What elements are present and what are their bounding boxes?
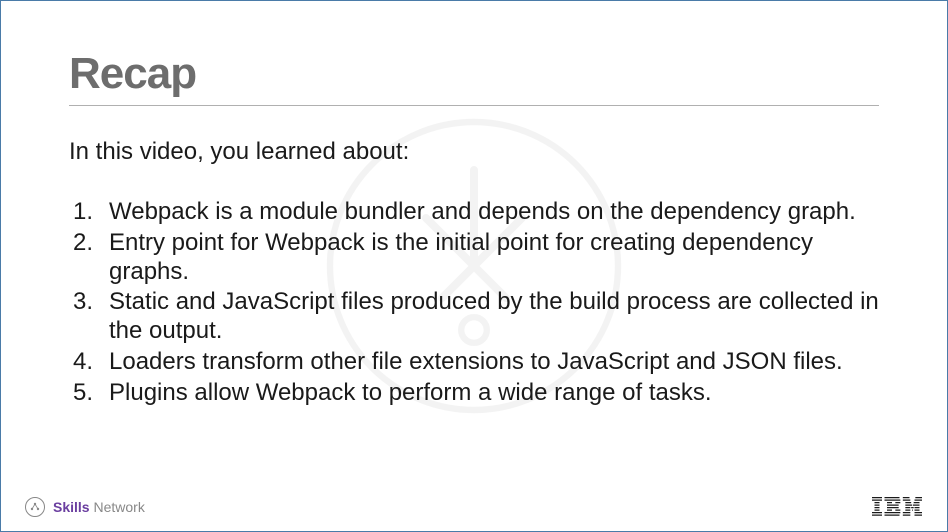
list-item: Webpack is a module bundler and depends … — [109, 198, 879, 227]
slide-title: Recap — [69, 49, 879, 106]
list-item: Static and JavaScript files produced by … — [109, 288, 879, 346]
network-icon — [25, 497, 45, 517]
list-item: Loaders transform other file extensions … — [109, 348, 879, 377]
intro-text: In this video, you learned about: — [69, 138, 879, 166]
footer-brand: Skills Network — [53, 499, 145, 515]
footer-left: Skills Network — [25, 497, 145, 517]
slide-footer: Skills Network — [1, 497, 947, 517]
brand-bold: Skills — [53, 499, 90, 515]
recap-list: Webpack is a module bundler and depends … — [69, 198, 879, 408]
list-item: Plugins allow Webpack to perform a wide … — [109, 379, 879, 408]
ibm-logo — [871, 497, 923, 517]
slide-content: Recap In this video, you learned about: … — [1, 1, 947, 408]
list-item: Entry point for Webpack is the initial p… — [109, 229, 879, 287]
brand-light: Network — [90, 499, 145, 515]
